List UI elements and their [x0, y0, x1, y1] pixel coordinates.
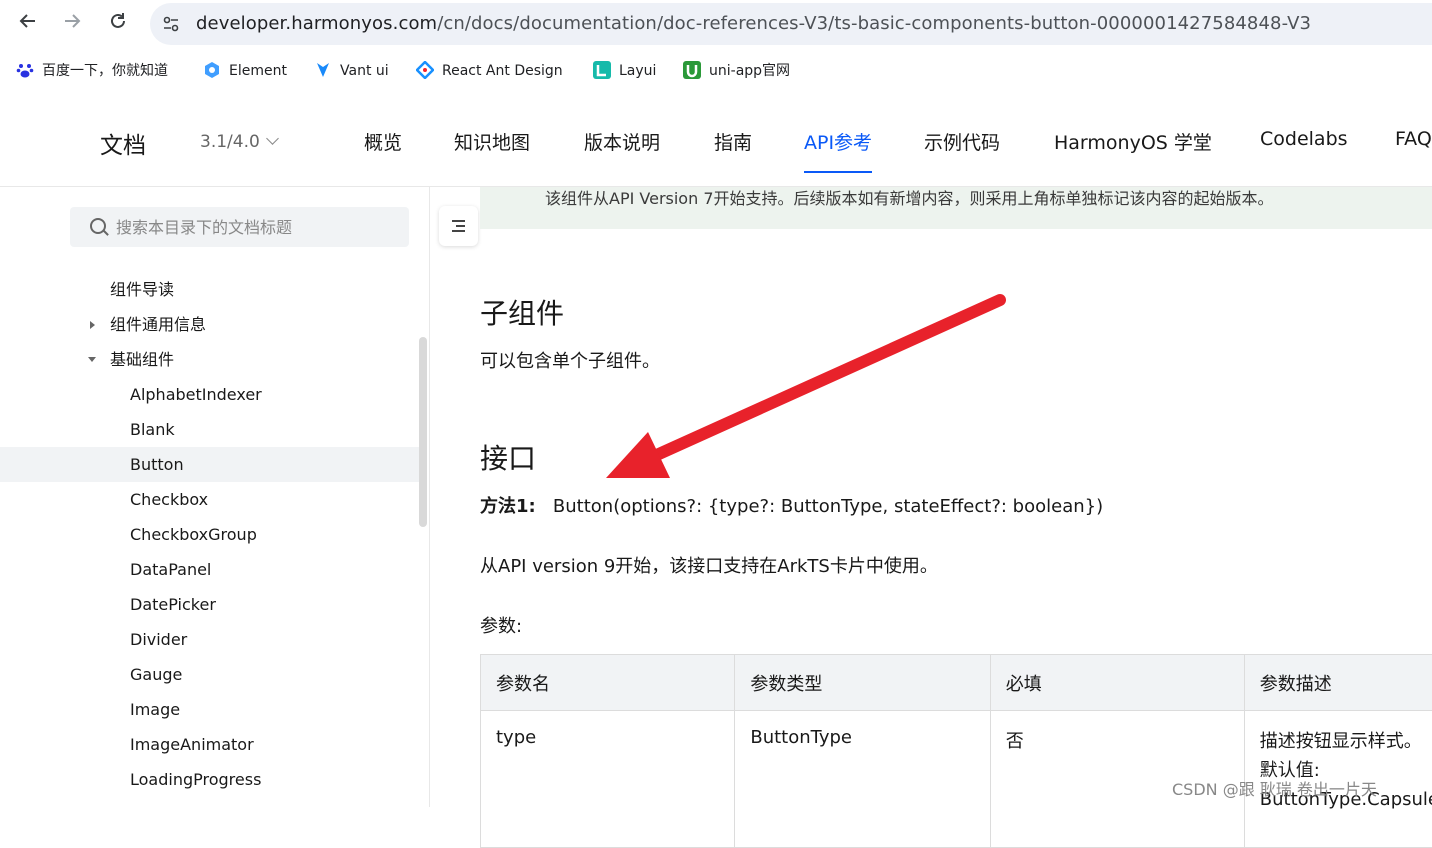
- annotation-arrow-icon: [0, 0, 1432, 807]
- csdn-watermark: CSDN @跟 耿瑞 卷出一片天: [1172, 776, 1377, 800]
